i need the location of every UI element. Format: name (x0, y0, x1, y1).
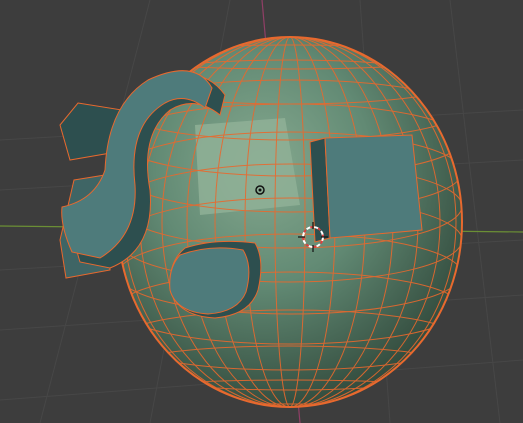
viewport-canvas[interactable] (0, 0, 523, 423)
3d-viewport[interactable] (0, 0, 523, 423)
square-extrusion (309, 134, 423, 243)
blob-extrusion (169, 240, 262, 319)
sphere-mesh[interactable] (59, 36, 463, 408)
selected-faces (195, 118, 300, 215)
